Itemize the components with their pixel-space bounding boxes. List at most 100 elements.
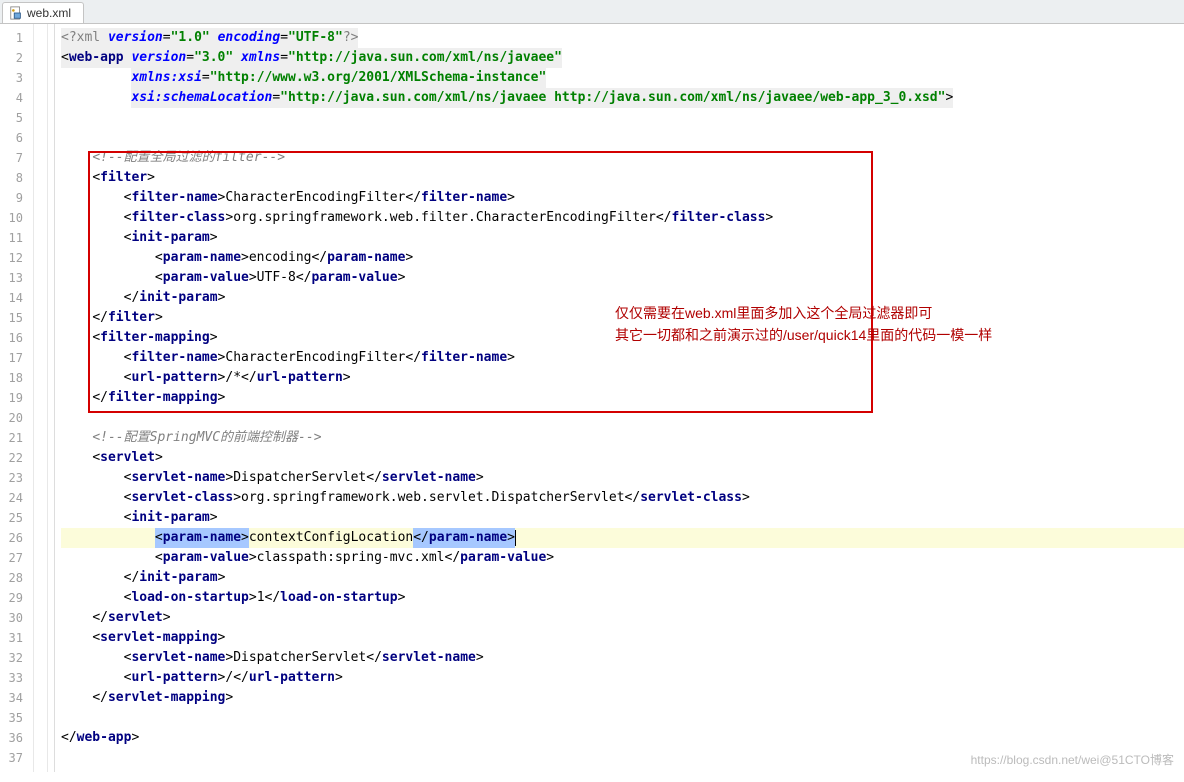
code-token: "UTF-8" — [288, 28, 343, 48]
code-token: > — [210, 508, 218, 528]
code-token: UTF-8 — [257, 268, 296, 288]
code-token: > — [765, 208, 773, 228]
code-token: load-on-startup — [131, 588, 248, 608]
code-token: </ — [311, 248, 327, 268]
code-token: > — [405, 248, 413, 268]
code-token: init-param — [131, 228, 209, 248]
code-token: > — [241, 248, 249, 268]
code-line[interactable]: <servlet-class>org.springframework.web.s… — [61, 488, 1184, 508]
code-line[interactable]: </filter-mapping> — [61, 388, 1184, 408]
code-line[interactable]: <init-param> — [61, 228, 1184, 248]
code-line[interactable]: <load-on-startup>1</load-on-startup> — [61, 588, 1184, 608]
code-token: </ — [366, 468, 382, 488]
code-line[interactable]: <filter-name>CharacterEncodingFilter</fi… — [61, 348, 1184, 368]
code-token: </ — [656, 208, 672, 228]
code-token: > — [218, 628, 226, 648]
code-token: < — [124, 508, 132, 528]
code-token: filter-class — [672, 208, 766, 228]
line-number: 5 — [6, 108, 23, 128]
code-token: servlet-name — [131, 468, 225, 488]
code-line[interactable]: xmlns:xsi="http://www.w3.org/2001/XMLSch… — [61, 68, 1184, 88]
line-number: 20 — [6, 408, 23, 428]
code-line[interactable]: xsi:schemaLocation="http://java.sun.com/… — [61, 88, 1184, 108]
line-number: 1 — [6, 28, 23, 48]
code-token: > — [218, 388, 226, 408]
code-line[interactable]: <init-param> — [61, 508, 1184, 528]
code-area[interactable]: <?xml version="1.0" encoding="UTF-8"?><w… — [55, 24, 1184, 772]
fold-column[interactable] — [34, 24, 48, 772]
code-token: = — [163, 28, 171, 48]
code-line[interactable]: </web-app> — [61, 728, 1184, 748]
code-line[interactable]: <servlet-name>DispatcherServlet</servlet… — [61, 468, 1184, 488]
code-line[interactable]: <servlet> — [61, 448, 1184, 468]
code-token: = — [280, 28, 288, 48]
code-token: < — [124, 368, 132, 388]
line-number: 8 — [6, 168, 23, 188]
code-token: > — [507, 348, 515, 368]
code-token: > — [147, 168, 155, 188]
code-token: "3.0" — [194, 48, 233, 68]
code-line[interactable]: </init-param> — [61, 568, 1184, 588]
xml-file-icon — [9, 6, 23, 20]
code-line[interactable]: <!--配置SpringMVC的前端控制器--> — [61, 428, 1184, 448]
code-line[interactable]: <url-pattern>/</url-pattern> — [61, 668, 1184, 688]
line-number: 37 — [6, 748, 23, 768]
code-line[interactable]: <!--配置全局过滤的filter--> — [61, 148, 1184, 168]
code-line[interactable]: </servlet> — [61, 608, 1184, 628]
code-line[interactable]: <param-name>contextConfigLocation</param… — [61, 528, 1184, 548]
code-line[interactable]: <url-pattern>/*</url-pattern> — [61, 368, 1184, 388]
code-line[interactable]: <param-value>classpath:spring-mvc.xml</p… — [61, 548, 1184, 568]
code-token: servlet-name — [382, 648, 476, 668]
code-line[interactable]: <filter-class>org.springframework.web.fi… — [61, 208, 1184, 228]
code-line[interactable] — [61, 408, 1184, 428]
code-token: filter-class — [131, 208, 225, 228]
code-token: filter-name — [421, 348, 507, 368]
code-line[interactable]: <servlet-name>DispatcherServlet</servlet… — [61, 648, 1184, 668]
code-token: > — [225, 648, 233, 668]
code-token: "http://www.w3.org/2001/XMLSchema-instan… — [210, 68, 547, 88]
line-number: 16 — [6, 328, 23, 348]
line-number: 17 — [6, 348, 23, 368]
code-token: > — [249, 548, 257, 568]
code-line[interactable]: <filter-name>CharacterEncodingFilter</fi… — [61, 188, 1184, 208]
line-number: 35 — [6, 708, 23, 728]
code-line[interactable]: <param-name>encoding</param-name> — [61, 248, 1184, 268]
text-cursor — [515, 530, 516, 546]
code-token: xmlns:xsi — [131, 68, 201, 88]
line-number: 32 — [6, 648, 23, 668]
code-token: > — [218, 668, 226, 688]
code-token: < — [155, 248, 163, 268]
code-line[interactable]: <param-value>UTF-8</param-value> — [61, 268, 1184, 288]
code-line[interactable]: <filter> — [61, 168, 1184, 188]
code-line[interactable]: <?xml version="1.0" encoding="UTF-8"?> — [61, 28, 1184, 48]
code-token: </ — [366, 648, 382, 668]
line-number: 19 — [6, 388, 23, 408]
code-token: filter-mapping — [108, 388, 218, 408]
code-token: < — [124, 208, 132, 228]
code-token: param-name — [327, 248, 405, 268]
code-line[interactable] — [61, 108, 1184, 128]
code-token: param-name — [163, 248, 241, 268]
tab-webxml[interactable]: web.xml — [2, 2, 84, 23]
code-line[interactable]: </servlet-mapping> — [61, 688, 1184, 708]
code-token: < — [124, 468, 132, 488]
line-number: 25 — [6, 508, 23, 528]
line-number: 3 — [6, 68, 23, 88]
code-token: </ — [92, 388, 108, 408]
code-line[interactable]: <web-app version="3.0" xmlns="http://jav… — [61, 48, 1184, 68]
code-token: </ — [61, 728, 77, 748]
code-token: encoding — [218, 28, 281, 48]
line-number: 15 — [6, 308, 23, 328]
code-token: servlet — [108, 608, 163, 628]
code-token: /* — [225, 368, 241, 388]
code-token: filter-name — [131, 188, 217, 208]
line-number: 11 — [6, 228, 23, 248]
code-line[interactable]: <servlet-mapping> — [61, 628, 1184, 648]
line-number: 24 — [6, 488, 23, 508]
code-token: > — [131, 728, 139, 748]
line-number: 21 — [6, 428, 23, 448]
code-token: > — [218, 368, 226, 388]
code-line[interactable] — [61, 128, 1184, 148]
code-token: </ — [124, 568, 140, 588]
code-line[interactable] — [61, 708, 1184, 728]
